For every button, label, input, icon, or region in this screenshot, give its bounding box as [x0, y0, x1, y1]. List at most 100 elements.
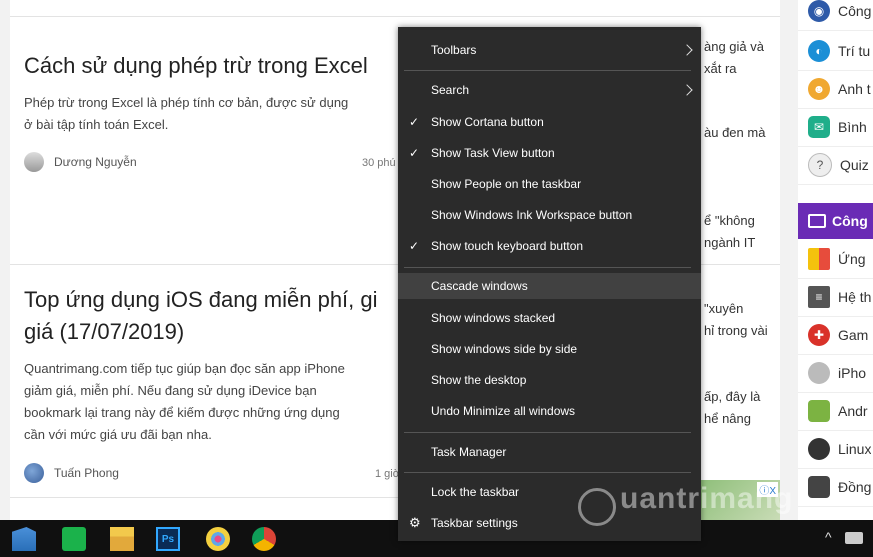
menu-item-cascade-windows[interactable]: Cascade windows [398, 273, 701, 299]
chevron-right-icon [681, 84, 693, 96]
snippet-text: hể nâng [704, 411, 751, 426]
monitor-icon [808, 214, 826, 228]
menu-item-search[interactable]: Search [398, 77, 701, 103]
sidebar-item[interactable]: ◐ Trí tu [798, 32, 873, 71]
menu-item-show-touch-keyboard[interactable]: ✓ Show touch keyboard button [398, 233, 701, 259]
menu-item-label: Show Windows Ink Workspace button [431, 208, 633, 222]
camtasia-icon[interactable] [62, 527, 86, 551]
check-icon: ✓ [409, 115, 420, 129]
menu-item-label: Task Manager [431, 445, 507, 459]
menu-separator [404, 70, 691, 71]
menu-item-undo-minimize[interactable]: Undo Minimize all windows [398, 398, 701, 424]
menu-item-windows-stacked[interactable]: Show windows stacked [398, 305, 701, 331]
article-card[interactable]: Top ứng dụng iOS đang miễn phí, gi giá (… [24, 284, 378, 348]
menu-separator [404, 432, 691, 433]
sidebar-item[interactable]: ? Quiz [798, 146, 873, 185]
menu-item-label: Show windows stacked [431, 311, 556, 325]
gear-icon: ⚙ [409, 515, 421, 530]
menu-item-label: Taskbar settings [431, 516, 518, 530]
watermark-logo-icon [578, 488, 616, 526]
snippet-text: ể "không [704, 213, 755, 228]
menu-separator [404, 267, 691, 268]
menu-item-show-desktop[interactable]: Show the desktop [398, 367, 701, 393]
file-explorer-icon[interactable] [110, 527, 134, 551]
menu-item-label: Lock the taskbar [431, 485, 520, 499]
sidebar-item[interactable]: ☻ Anh t [798, 70, 873, 109]
sidebar-item-label: iPho [838, 365, 867, 381]
snippet-text: àu đen mà [704, 125, 766, 140]
sidebar: ◉ Công ◐ Trí tu ☻ Anh t ✉ Bình ? Quiz Cô… [798, 0, 873, 520]
sidebar-item[interactable]: ◉ Công [798, 0, 873, 31]
article-description: Phép trừ trong Excel là phép tính cơ bản… [24, 92, 348, 136]
menu-item-show-cortana[interactable]: ✓ Show Cortana button [398, 109, 701, 135]
menu-item-label: Undo Minimize all windows [431, 404, 576, 418]
author-name: Tuấn Phong [54, 466, 119, 480]
avatar [24, 463, 44, 483]
paint-icon[interactable] [206, 527, 230, 551]
sidebar-item-label: Quiz [840, 157, 869, 173]
sidebar-item-label: Bình [838, 119, 867, 135]
snippet-text: àng giả và [704, 39, 764, 54]
snippet-text: "xuyên [704, 301, 744, 316]
snippet-text: hỉ trong vài [704, 323, 768, 338]
chevron-right-icon [681, 44, 693, 56]
menu-item-toolbars[interactable]: Toolbars [398, 37, 701, 63]
desc-line: Quantrimang.com tiếp tục giúp bạn đọc să… [24, 361, 345, 376]
avatar [24, 152, 44, 172]
network-icon[interactable] [845, 532, 863, 544]
photoshop-icon[interactable]: Ps [156, 527, 180, 551]
tray-chevron-icon[interactable]: ^ [825, 529, 832, 545]
sidebar-item[interactable]: Ứng [798, 240, 873, 279]
sidebar-item[interactable]: ≡ Hệ th [798, 278, 873, 317]
sidebar-item-label: Anh t [838, 81, 871, 97]
menu-item-windows-side-by-side[interactable]: Show windows side by side [398, 336, 701, 362]
menu-item-show-ink-workspace[interactable]: Show Windows Ink Workspace button [398, 202, 701, 228]
article-card[interactable]: Cách sử dụng phép trừ trong Excel [24, 50, 368, 82]
author-name: Dương Nguyễn [54, 155, 137, 169]
desc-line: cần với mức giá ưu đãi bạn nha. [24, 427, 212, 442]
sidebar-item-label: Đồng [838, 479, 872, 495]
article-time: 30 phú [362, 157, 396, 169]
sidebar-item[interactable]: ✚ Gam [798, 316, 873, 355]
apple-icon [808, 362, 830, 384]
sidebar-item[interactable]: iPho [798, 354, 873, 393]
file-explorer-pin-icon[interactable] [12, 527, 36, 551]
article-title[interactable]: Cách sử dụng phép trừ trong Excel [24, 50, 368, 82]
sidebar-item[interactable]: ✉ Bình [798, 108, 873, 147]
sidebar-item-label: Ứng [838, 251, 866, 267]
check-icon: ✓ [409, 239, 420, 253]
menu-item-label: Show People on the taskbar [431, 177, 582, 191]
article-title-line[interactable]: Top ứng dụng iOS đang miễn phí, gi [24, 284, 378, 316]
sidebar-item[interactable]: Andr [798, 392, 873, 431]
menu-item-label: Search [431, 83, 470, 97]
article-title-line[interactable]: giá (17/07/2019) [24, 316, 378, 348]
menu-item-label: Show Task View button [431, 146, 555, 160]
desc-line: bookmark lại trang này để kiếm được nhữn… [24, 405, 340, 420]
desc-line: Phép trừ trong Excel là phép tính cơ bản… [24, 95, 349, 110]
android-icon [808, 400, 830, 422]
menu-item-label: Show Cortana button [431, 115, 544, 129]
sidebar-item-label: Hệ th [838, 289, 872, 305]
desc-line: giảm giá, miễn phí. Nếu đang sử dụng iDe… [24, 383, 317, 398]
system-tray[interactable]: ^ [821, 520, 873, 557]
sidebar-item[interactable]: Linux [798, 430, 873, 469]
sidebar-item[interactable]: Đồng [798, 468, 873, 507]
globe-icon: ◉ [808, 0, 830, 22]
check-icon: ✓ [409, 146, 420, 160]
sidebar-item-label: Trí tu [838, 43, 871, 59]
sidebar-item-label: Linux [838, 441, 872, 457]
sidebar-section-header[interactable]: Công [798, 203, 873, 239]
menu-separator [404, 472, 691, 473]
article-author[interactable]: Dương Nguyễn [24, 152, 137, 172]
menu-item-show-people[interactable]: Show People on the taskbar [398, 171, 701, 197]
gamepad-icon: ✚ [808, 324, 830, 346]
menu-item-show-task-view[interactable]: ✓ Show Task View button [398, 140, 701, 166]
menu-item-label: Show the desktop [431, 373, 527, 387]
desc-line: ở bài tập tính toán Excel. [24, 117, 169, 132]
sidebar-item-label: Công [838, 3, 872, 19]
article-time: 1 giờ [375, 468, 400, 480]
article-author[interactable]: Tuấn Phong [24, 463, 119, 483]
top-strip [10, 0, 780, 17]
chrome-icon[interactable] [252, 527, 276, 551]
menu-item-task-manager[interactable]: Task Manager [398, 439, 701, 465]
